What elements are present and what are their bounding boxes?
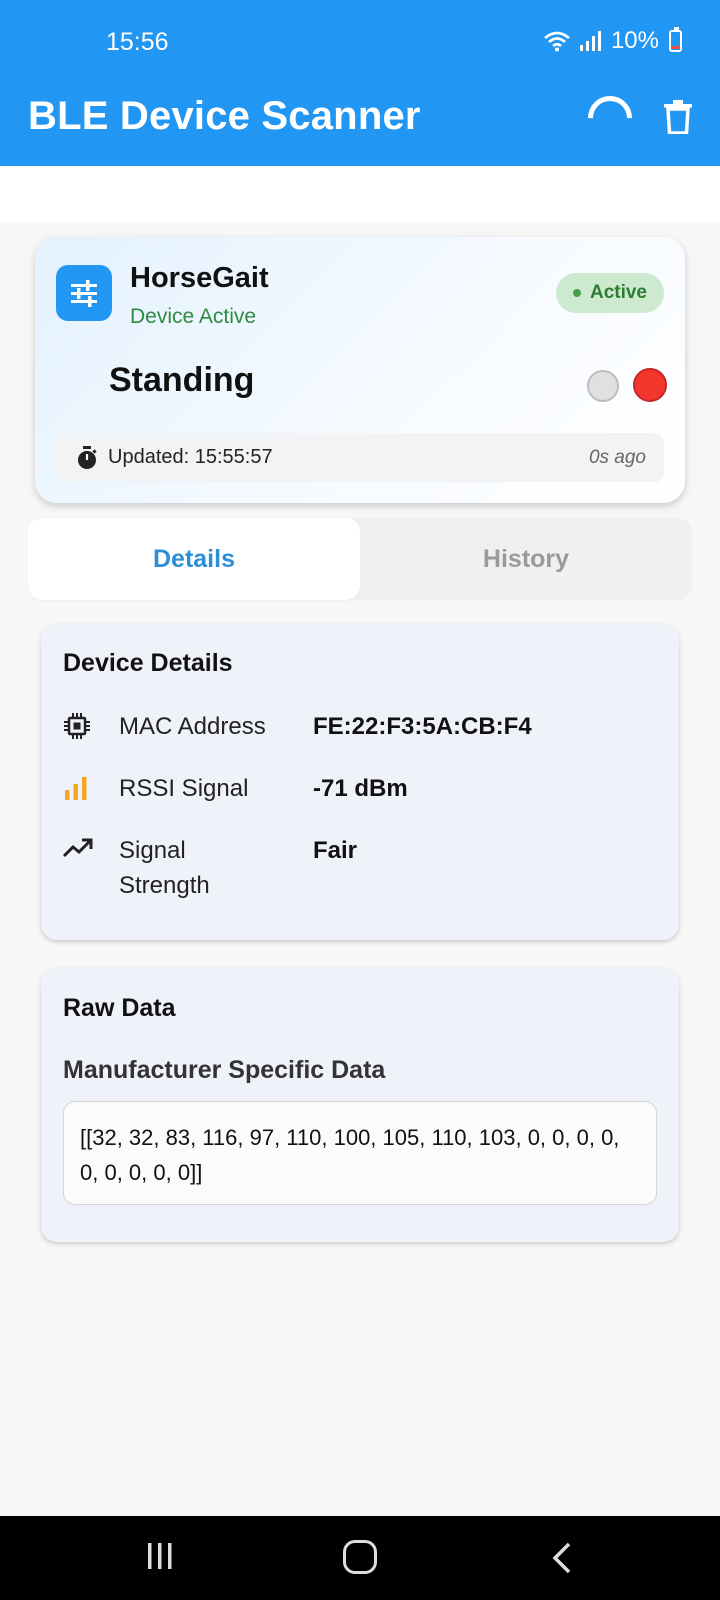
device-details-title: Device Details bbox=[63, 649, 233, 677]
app-title: BLE Device Scanner bbox=[28, 94, 421, 138]
tune-icon bbox=[56, 265, 112, 321]
raw-data-card: Raw Data Manufacturer Specific Data [[32… bbox=[41, 968, 679, 1242]
delete-icon[interactable] bbox=[663, 100, 693, 134]
tab-history[interactable]: History bbox=[360, 518, 692, 600]
signal-bars-icon bbox=[65, 777, 87, 800]
trending-up-icon bbox=[63, 838, 93, 858]
mac-label: MAC Address bbox=[119, 713, 266, 740]
manufacturer-data-title: Manufacturer Specific Data bbox=[63, 1056, 386, 1084]
raw-data-title: Raw Data bbox=[63, 994, 176, 1022]
rssi-value: -71 dBm bbox=[313, 775, 408, 802]
tab-bar: Details History bbox=[28, 518, 692, 600]
indicator-grey-icon bbox=[587, 370, 619, 402]
rssi-label: RSSI Signal bbox=[119, 775, 249, 802]
mac-value: FE:22:F3:5A:CB:F4 bbox=[313, 713, 532, 740]
wifi-icon bbox=[544, 31, 570, 52]
battery-percent: 10% bbox=[610, 27, 659, 54]
updated-bar: Updated: 15:55:57 0s ago bbox=[56, 433, 664, 482]
back-icon[interactable] bbox=[552, 1542, 572, 1574]
recents-icon[interactable] bbox=[146, 1541, 174, 1571]
device-card[interactable]: HorseGait Device Active Active Standing … bbox=[35, 237, 685, 503]
home-icon[interactable] bbox=[343, 1540, 377, 1574]
updated-time: Updated: 15:55:57 bbox=[108, 446, 273, 468]
status-badge: Active bbox=[555, 273, 664, 313]
battery-icon bbox=[669, 27, 682, 52]
device-status-text: Device Active bbox=[130, 305, 257, 328]
gait-state: Standing bbox=[109, 361, 255, 399]
tab-details[interactable]: Details bbox=[28, 518, 360, 600]
status-icons: 10% bbox=[543, 27, 682, 55]
status-time: 15:56 bbox=[106, 28, 169, 56]
updated-ago: 0s ago bbox=[588, 447, 646, 468]
device-name: HorseGait bbox=[130, 262, 269, 294]
device-details-card: Device Details MAC Address FE:22:F3:5A:C… bbox=[41, 624, 679, 940]
active-dot-icon bbox=[572, 289, 581, 297]
app-bar: 15:56 10% BLE Device Scanner bbox=[0, 0, 720, 166]
scan-results-header bbox=[0, 166, 720, 222]
signal-strength-value: Fair bbox=[313, 837, 358, 864]
stopwatch-icon bbox=[78, 446, 97, 469]
loading-spinner-icon[interactable] bbox=[578, 86, 642, 150]
signal-strength-label: Signal Strength bbox=[119, 837, 210, 899]
status-badge-label: Active bbox=[589, 282, 647, 303]
signal-icon bbox=[579, 31, 601, 51]
manufacturer-data-value[interactable]: [[32, 32, 83, 116, 97, 110, 100, 105, 11… bbox=[63, 1101, 657, 1205]
chip-icon bbox=[64, 713, 90, 739]
indicator-red-icon bbox=[633, 368, 667, 402]
system-nav-bar bbox=[0, 1516, 720, 1600]
